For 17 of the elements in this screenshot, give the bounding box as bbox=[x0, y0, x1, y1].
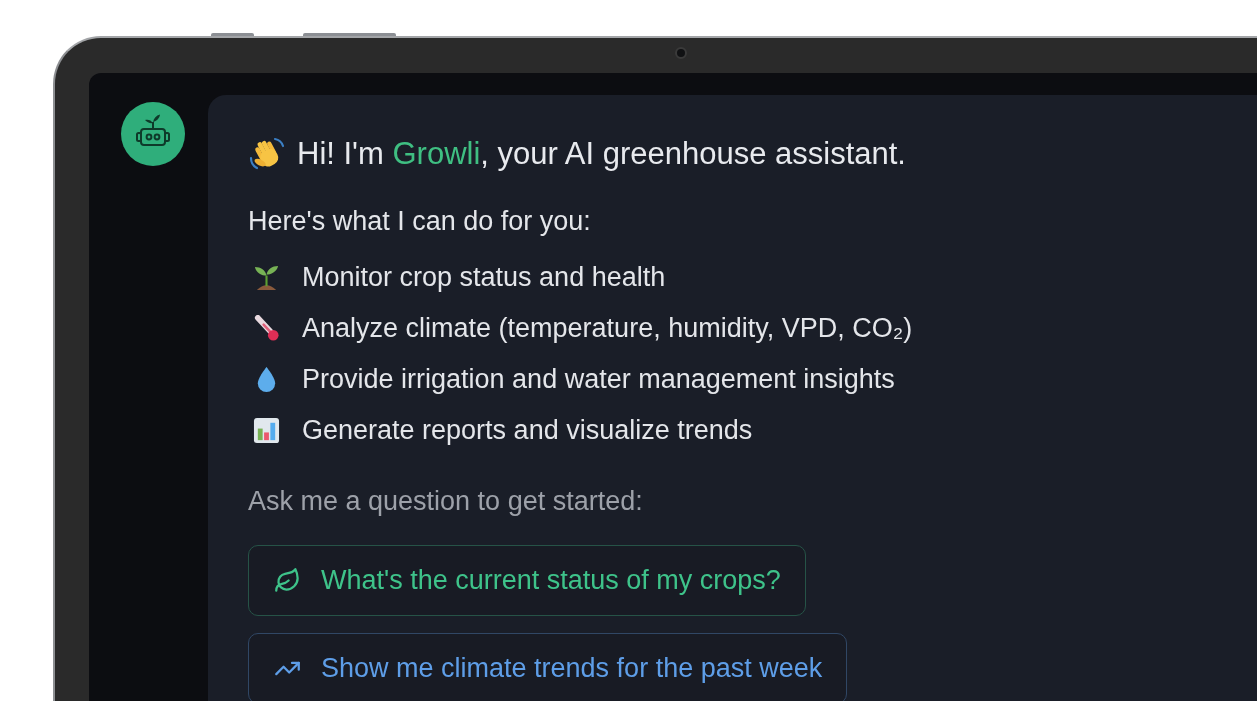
seedling-icon bbox=[253, 263, 280, 291]
capability-text: Monitor crop status and health bbox=[302, 261, 666, 294]
suggestion-button[interactable]: What's the current status of my crops? bbox=[248, 545, 806, 616]
capability-text: Generate reports and visualize trends bbox=[302, 414, 753, 447]
leaf-icon bbox=[274, 567, 301, 594]
waving-hand-icon bbox=[248, 136, 286, 172]
prompt-text: Ask me a question to get started: bbox=[248, 485, 643, 518]
capability-text: Provide irrigation and water management insights bbox=[302, 363, 895, 396]
thermometer-icon bbox=[253, 314, 280, 342]
frame-edge-bump bbox=[211, 33, 254, 36]
robot-avatar-icon bbox=[121, 102, 185, 166]
bar-chart-icon bbox=[253, 416, 280, 444]
intro-text: Here's what I can do for you: bbox=[248, 205, 591, 238]
camera-dot-icon bbox=[675, 47, 687, 59]
suggestion-button[interactable]: Show me climate trends for the past week bbox=[248, 633, 848, 701]
capability-text: Analyze climate (temperature, humidity, VPD, CO₂) bbox=[302, 312, 913, 345]
greeting-text: Hi! I'm Growli, your AI greenhouse assistant. bbox=[297, 135, 906, 173]
